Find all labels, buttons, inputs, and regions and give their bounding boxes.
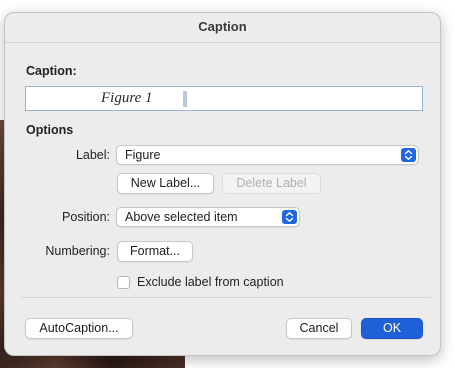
cancel-button[interactable]: Cancel (286, 318, 352, 339)
numbering-field-label: Numbering: (45, 244, 110, 258)
dialog-title: Caption (198, 19, 247, 34)
new-label-button[interactable]: New Label... (117, 173, 214, 194)
exclude-label-checkbox[interactable] (117, 276, 130, 289)
title-separator (5, 42, 440, 43)
options-heading: Options (26, 123, 74, 137)
caption-input-value: Figure 1 (101, 90, 153, 106)
footer-separator (21, 297, 431, 298)
caption-input[interactable]: Figure 1 (25, 86, 423, 111)
exclude-label-text: Exclude label from caption (137, 275, 284, 289)
delete-label-button[interactable]: Delete Label (222, 173, 321, 194)
label-popup-value: Figure (125, 148, 161, 162)
chevron-up-down-icon (282, 210, 297, 224)
label-popup[interactable]: Figure (116, 145, 419, 165)
position-popup[interactable]: Above selected item (116, 207, 300, 227)
ok-button[interactable]: OK (361, 318, 423, 339)
text-cursor (183, 91, 187, 107)
position-popup-value: Above selected item (125, 210, 238, 224)
autocaption-button[interactable]: AutoCaption... (25, 318, 133, 339)
position-field-label: Position: (62, 210, 110, 224)
caption-label: Caption: (26, 64, 77, 78)
chevron-up-down-icon (401, 148, 416, 162)
label-field-label: Label: (75, 148, 110, 162)
caption-dialog: Caption Caption: Figure 1 Options Label:… (4, 12, 441, 356)
format-button[interactable]: Format... (117, 241, 193, 262)
